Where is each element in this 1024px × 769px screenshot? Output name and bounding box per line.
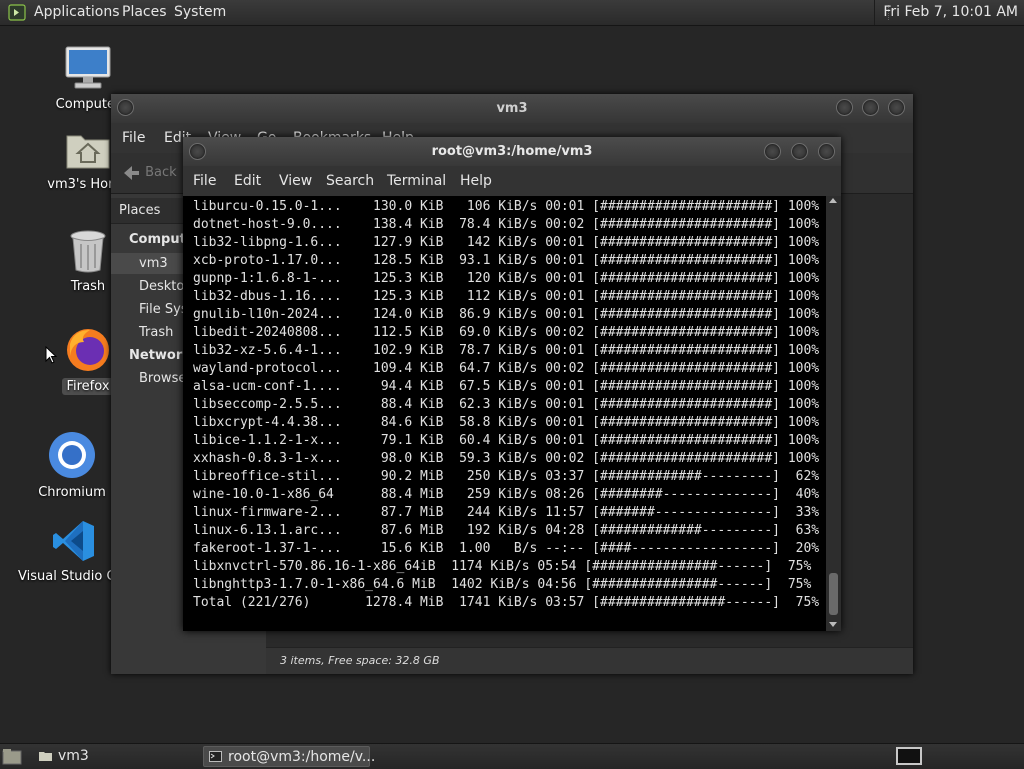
terminal-line: libxcrypt-4.4.38... 84.6 KiB 58.8 KiB/s … bbox=[193, 415, 820, 430]
terminal-line: linux-6.13.1.arc... 87.6 MiB 192 KiB/s 0… bbox=[193, 523, 820, 538]
terminal-line: libxnvctrl-570.86.16-1-x86_64iB 1174 KiB… bbox=[193, 559, 812, 574]
terminal-line: Total (221/276) 1278.4 MiB 1741 KiB/s 03… bbox=[193, 595, 820, 610]
terminal-line: lib32-dbus-1.16.... 125.3 KiB 112 KiB/s … bbox=[193, 289, 820, 304]
terminal-line: libseccomp-2.5.5... 88.4 KiB 62.3 KiB/s … bbox=[193, 397, 820, 412]
workspace-switcher[interactable] bbox=[896, 747, 922, 765]
menu-edit[interactable]: Edit bbox=[234, 166, 261, 196]
terminal-line: libedit-20240808... 112.5 KiB 69.0 KiB/s… bbox=[193, 325, 820, 340]
terminal-titlebar[interactable]: root@vm3:/home/vm3 bbox=[183, 137, 841, 166]
taskbar-item-file-manager[interactable]: vm3 bbox=[34, 746, 199, 767]
taskbar-item-label: root@vm3:/home/v... bbox=[228, 749, 376, 765]
close-button[interactable] bbox=[888, 99, 905, 116]
home-folder-icon bbox=[39, 752, 52, 761]
trash-icon bbox=[70, 230, 106, 273]
window-title: vm3 bbox=[496, 101, 528, 116]
status-bar: 3 items, Free space: 32.8 GB bbox=[266, 647, 913, 674]
menu-search[interactable]: Search bbox=[326, 166, 374, 196]
terminal-line: libreoffice-stil... 90.2 MiB 250 KiB/s 0… bbox=[193, 469, 820, 484]
terminal-line: xxhash-0.8.3-1-x... 98.0 KiB 59.3 KiB/s … bbox=[193, 451, 820, 466]
home-folder-icon bbox=[66, 135, 110, 169]
maximize-button[interactable] bbox=[791, 143, 808, 160]
terminal-line: gnulib-l10n-2024... 124.0 KiB 86.9 KiB/s… bbox=[193, 307, 820, 322]
menu-view[interactable]: View bbox=[279, 166, 312, 196]
terminal-line: linux-firmware-2... 87.7 MiB 244 KiB/s 1… bbox=[193, 505, 820, 520]
computer-icon bbox=[65, 46, 111, 89]
close-button[interactable] bbox=[818, 143, 835, 160]
desktop-icon-label: Trash bbox=[70, 279, 106, 294]
bottom-panel: vm3 root@vm3:/home/v... bbox=[0, 743, 1024, 769]
menu-file[interactable]: File bbox=[193, 166, 216, 196]
clock[interactable]: Fri Feb 7, 10:01 AM bbox=[874, 0, 1024, 25]
menu-terminal[interactable]: Terminal bbox=[387, 166, 446, 196]
terminal-line: lib32-libpng-1.6... 127.9 KiB 142 KiB/s … bbox=[193, 235, 820, 250]
desktop-icon-chromium[interactable]: Chromium bbox=[30, 430, 114, 501]
scroll-up-arrow-icon[interactable] bbox=[829, 198, 837, 203]
window-title: root@vm3:/home/vm3 bbox=[431, 144, 593, 159]
firefox-icon bbox=[67, 329, 109, 371]
terminal-line: libice-1.1.2-1-x... 79.1 KiB 60.4 KiB/s … bbox=[193, 433, 820, 448]
terminal-window: root@vm3:/home/vm3 File Edit View Search… bbox=[183, 137, 841, 631]
terminal-line: gupnp-1:1.6.8-1-... 125.3 KiB 120 KiB/s … bbox=[193, 271, 820, 286]
minimize-button[interactable] bbox=[836, 99, 853, 116]
menu-file[interactable]: File bbox=[122, 123, 145, 153]
vscode-icon bbox=[53, 521, 94, 561]
terminal-line: wayland-protocol... 109.4 KiB 64.7 KiB/s… bbox=[193, 361, 820, 376]
maximize-button[interactable] bbox=[862, 99, 879, 116]
sidebar-header-label: Places bbox=[119, 203, 161, 218]
terminal-line: liburcu-0.15.0-1... 130.0 KiB 106 KiB/s … bbox=[193, 199, 820, 214]
desktop-icon-label: Firefox bbox=[62, 378, 114, 395]
scrollbar-thumb[interactable] bbox=[829, 573, 838, 615]
terminal-line: lib32-xz-5.6.4-1... 102.9 KiB 78.7 KiB/s… bbox=[193, 343, 820, 358]
places-menu[interactable]: Places bbox=[122, 0, 167, 25]
terminal-line: xcb-proto-1.17.0... 128.5 KiB 93.1 KiB/s… bbox=[193, 253, 820, 268]
terminal-output[interactable]: liburcu-0.15.0-1... 130.0 KiB 106 KiB/s … bbox=[183, 196, 826, 631]
terminal-scrollbar[interactable] bbox=[826, 196, 841, 631]
system-menu[interactable]: System bbox=[174, 0, 226, 25]
taskbar-item-terminal[interactable]: root@vm3:/home/v... bbox=[203, 746, 375, 767]
back-button[interactable]: Back bbox=[121, 161, 177, 185]
taskbar-item-label: vm3 bbox=[58, 748, 89, 764]
chromium-icon bbox=[49, 432, 95, 478]
back-label: Back bbox=[145, 165, 177, 180]
terminal-icon bbox=[209, 751, 222, 762]
window-menu-button[interactable] bbox=[189, 143, 206, 160]
applications-menu-icon[interactable] bbox=[8, 4, 26, 21]
terminal-line: wine-10.0-1-x86_64 88.4 MiB 259 KiB/s 08… bbox=[193, 487, 820, 502]
applications-menu[interactable]: Applications bbox=[34, 0, 120, 25]
mouse-pointer-icon bbox=[45, 346, 57, 364]
terminal-line: alsa-ucm-conf-1.... 94.4 KiB 67.5 KiB/s … bbox=[193, 379, 820, 394]
sidebar-item-label: Trash bbox=[139, 325, 174, 340]
window-menu-button[interactable] bbox=[117, 99, 134, 116]
sidebar-section-network: Network bbox=[129, 348, 191, 363]
top-panel: Applications Places System Fri Feb 7, 10… bbox=[0, 0, 1024, 26]
scroll-down-arrow-icon[interactable] bbox=[829, 622, 837, 627]
back-arrow-icon bbox=[124, 165, 139, 180]
show-desktop-icon[interactable] bbox=[2, 748, 22, 765]
terminal-line: fakeroot-1.37-1-... 15.6 KiB 1.00 B/s --… bbox=[193, 541, 820, 556]
desktop-icon-label: Chromium bbox=[38, 485, 106, 500]
sidebar-item-label: vm3 bbox=[139, 256, 168, 271]
sidebar-item-trash[interactable]: Trash bbox=[139, 322, 173, 343]
file-manager-titlebar[interactable]: vm3 bbox=[111, 94, 913, 123]
terminal-line: dotnet-host-9.0.... 138.4 KiB 78.4 KiB/s… bbox=[193, 217, 820, 232]
terminal-line: libnghttp3-1.7.0-1-x86_64.6 MiB 1402 KiB… bbox=[193, 577, 812, 592]
terminal-menubar: File Edit View Search Terminal Help bbox=[183, 166, 841, 196]
menu-help[interactable]: Help bbox=[460, 166, 492, 196]
minimize-button[interactable] bbox=[764, 143, 781, 160]
